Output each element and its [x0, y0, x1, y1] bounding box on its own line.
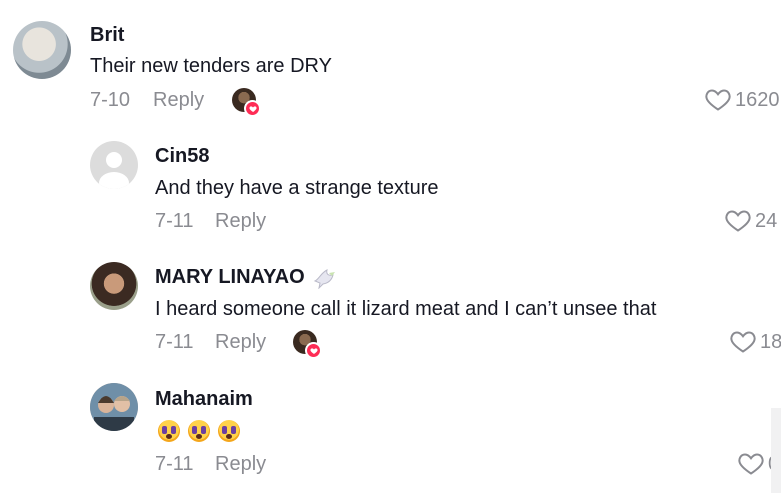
- heart-outline-icon: [730, 331, 756, 353]
- avatar[interactable]: [90, 141, 138, 189]
- creator-liked-badge: [293, 330, 322, 359]
- crying-face-emoji-icon: [188, 420, 210, 442]
- reply-button[interactable]: Reply: [215, 453, 266, 476]
- crying-face-emoji-icon: [158, 420, 180, 442]
- comment-text: Their new tenders are DRY: [90, 55, 332, 77]
- heart-badge-icon: [305, 342, 322, 359]
- comment-username[interactable]: Cin58: [155, 145, 209, 168]
- like-count: 18: [760, 330, 781, 353]
- like-button[interactable]: 18: [730, 330, 781, 354]
- avatar[interactable]: [90, 262, 138, 310]
- like-count: 24: [755, 209, 778, 232]
- comment-date: 7-11: [155, 453, 194, 475]
- comment-text: And they have a strange texture: [155, 177, 439, 199]
- comment-thread: Brit Their new tenders are DRY 7-10 Repl…: [0, 0, 781, 493]
- username-text: MARY LINAYAO: [155, 266, 305, 288]
- comment-text: I heard someone call it lizard meat and …: [155, 298, 657, 320]
- comment-username[interactable]: Mahanaim: [155, 388, 253, 411]
- comment-username[interactable]: MARY LINAYAO: [155, 266, 337, 289]
- scrollbar[interactable]: [771, 408, 781, 493]
- avatar[interactable]: [13, 21, 71, 79]
- heart-badge-icon: [244, 100, 261, 117]
- heart-outline-icon: [725, 210, 751, 232]
- dove-icon: [313, 268, 335, 289]
- comment-date: 7-11: [155, 210, 194, 232]
- couple-photo-icon: [90, 383, 138, 431]
- crying-face-emoji-icon: [218, 420, 240, 442]
- creator-liked-badge: [232, 88, 261, 117]
- like-button[interactable]: 1620: [705, 88, 780, 112]
- like-button[interactable]: 24: [725, 209, 777, 233]
- reply-button[interactable]: Reply: [215, 331, 266, 354]
- comment-username[interactable]: Brit: [90, 24, 124, 47]
- reply-button[interactable]: Reply: [215, 210, 266, 233]
- reply-button[interactable]: Reply: [153, 89, 204, 112]
- comment-emoji-row: [158, 420, 240, 442]
- default-avatar-icon: [99, 152, 129, 189]
- like-count: 1620: [735, 88, 780, 111]
- avatar[interactable]: [90, 383, 138, 431]
- comment-date: 7-10: [90, 89, 131, 111]
- heart-outline-icon: [738, 453, 764, 475]
- comment-date: 7-11: [155, 331, 194, 353]
- heart-outline-icon: [705, 89, 731, 111]
